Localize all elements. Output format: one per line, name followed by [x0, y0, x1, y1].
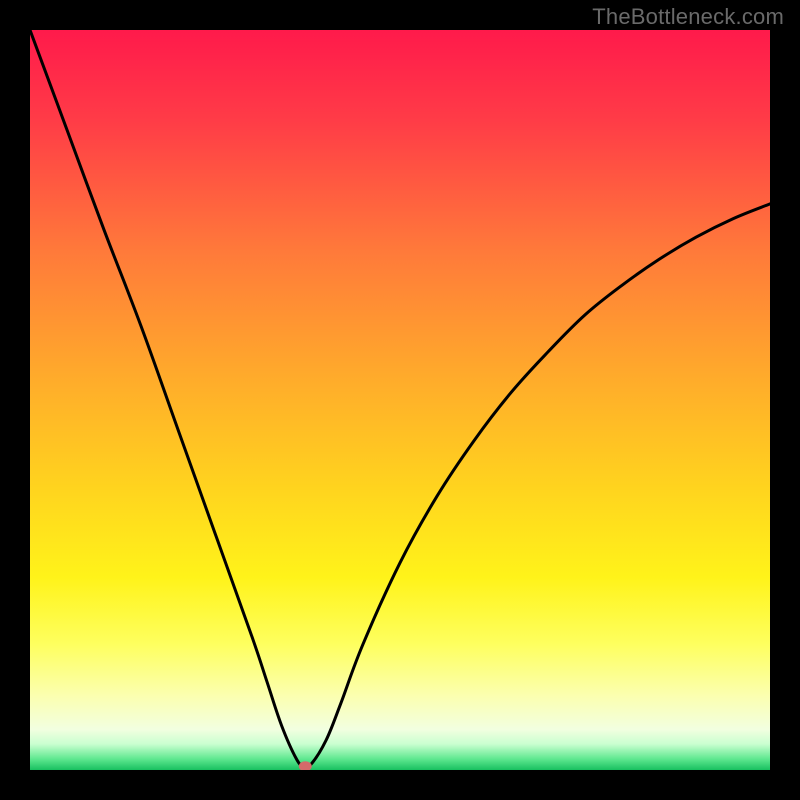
- chart-background: [30, 30, 770, 770]
- chart-frame: TheBottleneck.com: [0, 0, 800, 800]
- bottleneck-chart: [30, 30, 770, 770]
- watermark-text: TheBottleneck.com: [592, 4, 784, 30]
